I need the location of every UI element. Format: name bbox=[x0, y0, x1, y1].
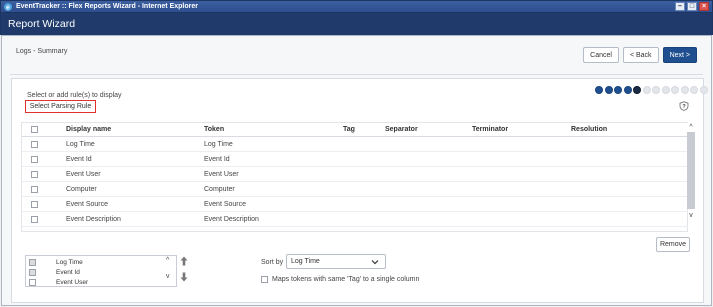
item-checkbox[interactable] bbox=[29, 258, 36, 266]
table-row[interactable]: Event User Event User bbox=[22, 167, 688, 182]
list-scrollbar[interactable]: ^ v bbox=[166, 257, 174, 285]
step-dot bbox=[661, 86, 670, 94]
step-dot bbox=[595, 86, 603, 94]
row-display-name: Log Time bbox=[66, 140, 95, 148]
list-item-label: Log Time bbox=[56, 258, 83, 266]
step-dot bbox=[614, 86, 622, 94]
row-display-name: Event Description bbox=[66, 215, 121, 223]
breadcrumb: Logs - Summary bbox=[16, 48, 68, 55]
column-header-terminator: Terminator bbox=[472, 126, 509, 133]
sort-by-select[interactable]: Log Time bbox=[286, 254, 386, 269]
step-progress bbox=[595, 86, 708, 94]
close-icon[interactable]: × bbox=[699, 2, 709, 11]
table-scrollbar[interactable]: ^ v bbox=[687, 122, 695, 232]
row-token: Event User bbox=[204, 170, 239, 178]
window-title: EventTracker :: Flex Reports Wizard - In… bbox=[16, 3, 198, 10]
step-dot bbox=[623, 86, 632, 94]
row-token: Computer bbox=[204, 185, 235, 193]
column-header-resolution: Resolution bbox=[571, 126, 608, 133]
svg-text:e: e bbox=[6, 4, 10, 11]
row-checkbox[interactable] bbox=[31, 140, 38, 148]
step-dot bbox=[604, 86, 613, 94]
step-dot bbox=[633, 86, 641, 94]
wizard-page: Logs - Summary Cancel < Back Next > Sele… bbox=[1, 35, 712, 306]
column-header-token: Token bbox=[204, 126, 225, 133]
wizard-navigation: Cancel < Back Next > bbox=[583, 47, 697, 63]
table-row[interactable]: Computer Computer bbox=[22, 182, 688, 197]
window-titlebar: e EventTracker :: Flex Reports Wizard - … bbox=[0, 0, 713, 13]
rules-panel: Select or add rule(s) to display Select … bbox=[11, 78, 708, 303]
list-item[interactable]: Event Id bbox=[29, 267, 80, 277]
maps-tokens-checkbox[interactable] bbox=[261, 276, 268, 283]
scroll-up-icon[interactable]: ^ bbox=[687, 122, 695, 132]
step-dot bbox=[680, 86, 689, 94]
list-scroll-down-icon[interactable]: v bbox=[166, 273, 170, 280]
cancel-button[interactable]: Cancel bbox=[583, 47, 619, 63]
minimize-icon[interactable]: – bbox=[675, 2, 685, 11]
move-down-icon[interactable] bbox=[180, 272, 188, 282]
tokens-table: Display name Token Tag Separator Termina… bbox=[21, 122, 688, 232]
column-header-display-name: Display name bbox=[66, 126, 112, 133]
reorder-controls bbox=[180, 256, 188, 282]
select-all-checkbox[interactable] bbox=[31, 126, 38, 133]
row-display-name: Event Source bbox=[66, 200, 109, 208]
row-token: Log Time bbox=[204, 140, 233, 148]
internet-explorer-icon: e bbox=[3, 2, 13, 12]
wizard-header: Report Wizard bbox=[0, 13, 713, 35]
row-checkbox[interactable] bbox=[31, 215, 38, 223]
row-display-name: Event Id bbox=[66, 155, 92, 163]
back-button[interactable]: < Back bbox=[622, 47, 659, 63]
row-checkbox[interactable] bbox=[31, 155, 38, 163]
column-header-separator: Separator bbox=[385, 126, 418, 133]
move-up-icon[interactable] bbox=[180, 256, 188, 266]
row-display-name: Computer bbox=[66, 185, 97, 193]
column-header-tag: Tag bbox=[343, 126, 355, 133]
row-checkbox[interactable] bbox=[31, 185, 38, 193]
table-row[interactable]: Event Description Event Description bbox=[22, 212, 688, 227]
list-item-label: Event Id bbox=[56, 268, 80, 276]
row-display-name: Event User bbox=[66, 170, 101, 178]
sort-by-value: Log Time bbox=[291, 258, 320, 265]
maps-tokens-option[interactable]: Maps tokens with same 'Tag' to a single … bbox=[261, 276, 419, 283]
list-item-label: Event User bbox=[56, 278, 89, 286]
table-row[interactable]: Event Id Event Id bbox=[22, 152, 688, 167]
step-dot bbox=[699, 86, 708, 94]
scroll-down-icon[interactable]: v bbox=[687, 210, 695, 220]
select-parsing-rule-button[interactable]: Select Parsing Rule bbox=[25, 100, 96, 113]
row-checkbox[interactable] bbox=[31, 200, 38, 208]
wizard-title: Report Wizard bbox=[8, 18, 76, 30]
divider bbox=[10, 74, 703, 75]
instruction-text: Select or add rule(s) to display bbox=[27, 92, 122, 99]
maximize-icon[interactable]: □ bbox=[687, 2, 697, 11]
selected-tokens-list: Log Time Event Id Event User bbox=[25, 255, 177, 287]
remove-button[interactable]: Remove bbox=[656, 237, 690, 252]
scroll-thumb[interactable] bbox=[687, 132, 695, 209]
sort-by-label: Sort by bbox=[261, 259, 284, 266]
item-checkbox[interactable] bbox=[29, 278, 36, 286]
table-row[interactable]: Event Source Event Source bbox=[22, 197, 688, 212]
next-button[interactable]: Next > bbox=[662, 47, 697, 63]
list-item[interactable]: Log Time bbox=[29, 257, 83, 267]
table-header: Display name Token Tag Separator Termina… bbox=[22, 123, 688, 137]
step-dot bbox=[671, 86, 679, 94]
step-dot bbox=[642, 86, 651, 94]
list-scroll-up-icon[interactable]: ^ bbox=[166, 257, 169, 264]
row-token: Event Source bbox=[204, 200, 247, 208]
table-row[interactable]: Log Time Log Time bbox=[22, 137, 688, 152]
maps-tokens-label: Maps tokens with same 'Tag' to a single … bbox=[272, 276, 420, 283]
list-item[interactable]: Event User bbox=[29, 277, 88, 287]
item-checkbox[interactable] bbox=[29, 268, 36, 276]
chevron-down-icon bbox=[371, 260, 379, 265]
shield-icon[interactable]: ? bbox=[679, 101, 689, 111]
row-token: Event Description bbox=[204, 215, 259, 223]
row-token: Event Id bbox=[204, 155, 230, 163]
step-dot bbox=[652, 86, 660, 94]
step-dot bbox=[690, 86, 698, 94]
row-checkbox[interactable] bbox=[31, 170, 38, 178]
